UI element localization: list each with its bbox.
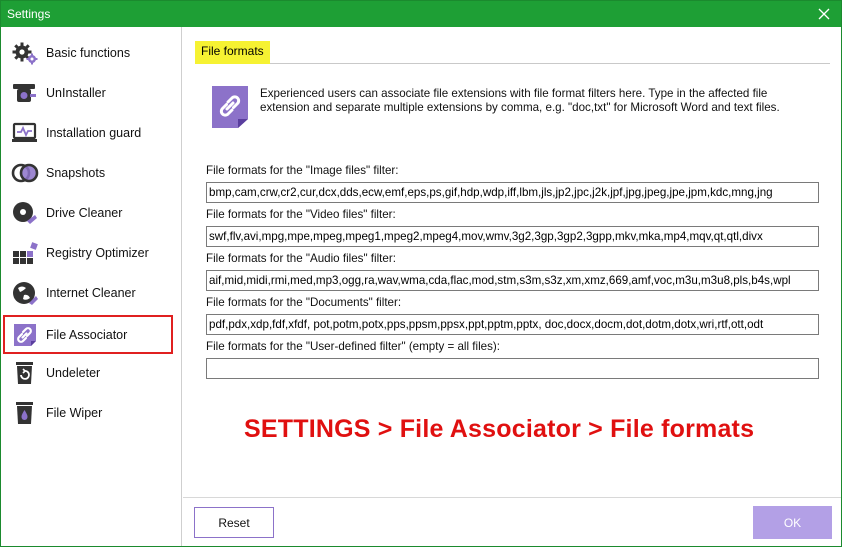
section-header: File formats	[195, 37, 830, 64]
settings-window: Settings Basic functions UnInstaller Ins…	[0, 0, 842, 547]
window-title: Settings	[7, 7, 51, 21]
sidebar-item-undeleter[interactable]: Undeleter	[3, 354, 173, 392]
sidebar-item-basic-functions[interactable]: Basic functions	[3, 34, 173, 72]
sidebar-item-file-associator[interactable]: File Associator	[3, 315, 173, 354]
section-title: File formats	[195, 41, 270, 64]
internet-cleaner-icon	[10, 278, 40, 308]
sidebar-item-label: File Wiper	[46, 406, 103, 420]
document-formats-input[interactable]	[207, 315, 818, 334]
documents-label: File formats for the "Documents" filter:	[206, 296, 402, 309]
sidebar-item-label: Snapshots	[46, 166, 106, 180]
image-files-label: File formats for the "Image files" filte…	[206, 164, 399, 177]
sidebar-item-internet-cleaner[interactable]: Internet Cleaner	[3, 274, 173, 312]
sidebar-item-label: Internet Cleaner	[46, 286, 136, 300]
drive-cleaner-icon	[10, 198, 40, 228]
file-wiper-icon	[10, 398, 40, 428]
undeleter-icon	[10, 358, 40, 388]
close-icon	[818, 8, 830, 20]
sidebar-item-drive-cleaner[interactable]: Drive Cleaner	[3, 194, 173, 232]
image-formats-input[interactable]	[207, 183, 818, 202]
video-files-label: File formats for the "Video files" filte…	[206, 208, 396, 221]
video-formats-field[interactable]	[206, 226, 819, 247]
user-defined-formats-input[interactable]	[207, 359, 818, 378]
annotation-caption: SETTINGS > File Associator > File format…	[244, 415, 755, 443]
document-formats-field[interactable]	[206, 314, 819, 335]
section-description: Experienced users can associate file ext…	[260, 87, 780, 114]
user-defined-formats-field[interactable]	[206, 358, 819, 379]
gear-icon	[10, 38, 40, 68]
uninstaller-icon	[10, 78, 40, 108]
file-associator-icon	[10, 320, 40, 350]
sidebar-item-label: Installation guard	[46, 126, 142, 140]
close-button[interactable]	[813, 3, 835, 25]
title-bar: Settings	[1, 1, 841, 27]
sidebar-item-label: Undeleter	[46, 366, 101, 380]
snapshots-icon	[10, 158, 40, 188]
audio-formats-field[interactable]	[206, 270, 819, 291]
sidebar-item-label: Basic functions	[46, 46, 131, 60]
ok-button[interactable]: OK	[753, 506, 832, 539]
sidebar-item-installation-guard[interactable]: Installation guard	[3, 114, 173, 152]
registry-optimizer-icon	[10, 238, 40, 268]
reset-button[interactable]: Reset	[194, 507, 274, 538]
audio-formats-input[interactable]	[207, 271, 818, 290]
user-defined-label: File formats for the "User-defined filte…	[206, 340, 500, 353]
dialog-footer: Reset OK	[183, 497, 841, 546]
installation-guard-icon	[10, 118, 40, 148]
audio-files-label: File formats for the "Audio files" filte…	[206, 252, 396, 265]
sidebar-item-registry-optimizer[interactable]: Registry Optimizer	[3, 234, 173, 272]
sidebar-item-label: File Associator	[46, 327, 128, 342]
file-associator-icon	[212, 86, 248, 128]
sidebar-item-uninstaller[interactable]: UnInstaller	[3, 74, 173, 112]
settings-sidebar: Basic functions UnInstaller Installation…	[1, 27, 182, 546]
sidebar-item-label: UnInstaller	[46, 86, 106, 100]
sidebar-item-snapshots[interactable]: Snapshots	[3, 154, 173, 192]
sidebar-item-label: Drive Cleaner	[46, 206, 123, 220]
sidebar-item-label: Registry Optimizer	[46, 246, 149, 260]
video-formats-input[interactable]	[207, 227, 818, 246]
image-formats-field[interactable]	[206, 182, 819, 203]
sidebar-item-file-wiper[interactable]: File Wiper	[3, 394, 173, 432]
